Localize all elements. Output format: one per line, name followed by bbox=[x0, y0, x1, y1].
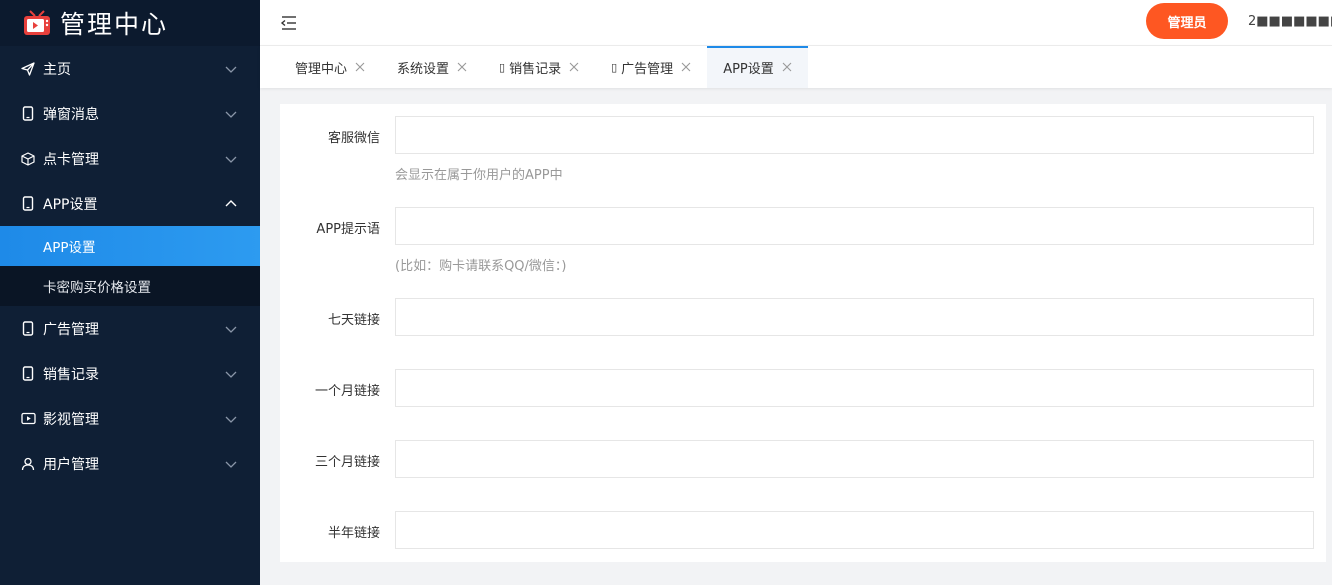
sidebar-item-video-management[interactable]: 影视管理 bbox=[0, 396, 260, 441]
paper-plane-icon bbox=[20, 61, 36, 77]
app-tip-label: APP提示语 bbox=[316, 222, 380, 237]
chevron-down-icon bbox=[225, 66, 237, 73]
three-month-link-input[interactable] bbox=[395, 440, 1314, 478]
tab-admin-center[interactable]: 管理中心 bbox=[260, 46, 381, 88]
sidebar-item-label: 销售记录 bbox=[43, 366, 99, 383]
account-name[interactable]: 2■■■■■■■1 bbox=[1248, 14, 1332, 29]
user-icon bbox=[20, 456, 36, 472]
seven-day-link-label: 七天链接 bbox=[327, 313, 380, 328]
sidebar-item-label: 广告管理 bbox=[43, 321, 99, 338]
sidebar-item-label: 影视管理 bbox=[43, 411, 99, 428]
chevron-down-icon bbox=[225, 156, 237, 163]
menu-fold-icon[interactable] bbox=[280, 14, 298, 32]
sidebar-subitem-app-settings[interactable]: APP设置 bbox=[0, 226, 260, 266]
app-tip-input[interactable] bbox=[395, 207, 1314, 245]
one-month-link-input[interactable] bbox=[395, 369, 1314, 407]
close-icon[interactable] bbox=[681, 62, 691, 72]
seven-day-link-input[interactable] bbox=[395, 298, 1314, 336]
tab-ad-management[interactable]: ▯ 广告管理 bbox=[595, 46, 707, 88]
sidebar-item-popup-messages[interactable]: 弹窗消息 bbox=[0, 91, 260, 136]
sidebar-item-home[interactable]: 主页 bbox=[0, 46, 260, 91]
tab-label: 系统设置 bbox=[397, 61, 450, 77]
sidebar-item-label: APP设置 bbox=[43, 196, 98, 213]
phone-icon bbox=[20, 106, 36, 122]
sidebar-item-label: 弹窗消息 bbox=[43, 106, 99, 123]
settings-form: 客服微信 会显示在属于你用户的APP中 APP提示语 (比如：购卡请联系QQ/微… bbox=[280, 104, 1326, 562]
video-icon bbox=[20, 411, 36, 427]
top-bar: 管理员 2■■■■■■■1 bbox=[260, 0, 1332, 46]
logo-text: 管理中心 bbox=[60, 10, 169, 39]
tab-sales-records[interactable]: ▯ 销售记录 bbox=[483, 46, 595, 88]
sidebar-item-user-management[interactable]: 用户管理 bbox=[0, 441, 260, 486]
wechat-label: 客服微信 bbox=[327, 131, 380, 146]
chevron-down-icon bbox=[225, 461, 237, 468]
phone-icon bbox=[20, 366, 36, 382]
phone-icon bbox=[20, 196, 36, 212]
tab-label: 广告管理 bbox=[621, 61, 674, 77]
app-tip-hint: (比如：购卡请联系QQ/微信：) bbox=[395, 259, 567, 274]
half-year-link-input[interactable] bbox=[395, 511, 1314, 549]
wechat-input[interactable] bbox=[395, 116, 1314, 154]
sidebar-item-sales-records[interactable]: 销售记录 bbox=[0, 351, 260, 396]
three-month-link-label: 三个月链接 bbox=[314, 455, 380, 470]
sidebar-item-ad-management[interactable]: 广告管理 bbox=[0, 306, 260, 351]
close-icon[interactable] bbox=[457, 62, 467, 72]
sidebar: 管理中心 主页 弹窗消息 点卡管理 APP设置 APP设置 卡密购买价格设置 广… bbox=[0, 0, 260, 585]
chevron-up-icon bbox=[225, 199, 237, 206]
tab-system-settings[interactable]: 系统设置 bbox=[381, 46, 483, 88]
tv-logo-icon bbox=[24, 10, 50, 35]
cube-icon bbox=[20, 151, 36, 167]
wechat-hint: 会显示在属于你用户的APP中 bbox=[395, 168, 563, 183]
sidebar-subitem-card-price-settings[interactable]: 卡密购买价格设置 bbox=[0, 266, 260, 306]
close-icon[interactable] bbox=[569, 62, 579, 72]
tab-label: 销售记录 bbox=[509, 61, 562, 77]
one-month-link-label: 一个月链接 bbox=[314, 384, 380, 399]
admin-button[interactable]: 管理员 bbox=[1146, 3, 1228, 39]
sidebar-item-app-settings[interactable]: APP设置 bbox=[0, 181, 260, 226]
logo[interactable]: 管理中心 bbox=[0, 0, 260, 46]
chevron-down-icon bbox=[225, 371, 237, 378]
tab-label: APP设置 bbox=[723, 61, 774, 77]
sidebar-submenu-app-settings: APP设置 卡密购买价格设置 bbox=[0, 226, 260, 306]
tab-prefix-glyph: ▯ bbox=[611, 60, 618, 74]
sidebar-item-label: 点卡管理 bbox=[43, 151, 99, 168]
close-icon[interactable] bbox=[782, 62, 792, 72]
half-year-link-label: 半年链接 bbox=[327, 526, 380, 541]
sidebar-item-card-management[interactable]: 点卡管理 bbox=[0, 136, 260, 181]
chevron-down-icon bbox=[225, 111, 237, 118]
tab-prefix-glyph: ▯ bbox=[499, 60, 506, 74]
tab-app-settings[interactable]: APP设置 bbox=[707, 46, 808, 88]
phone-icon bbox=[20, 321, 36, 337]
tab-label: 管理中心 bbox=[295, 61, 348, 77]
sidebar-item-label: 主页 bbox=[43, 61, 71, 78]
chevron-down-icon bbox=[225, 416, 237, 423]
tab-bar: 管理中心 系统设置 ▯ 销售记录 ▯ 广告管理 APP设置 bbox=[260, 46, 1332, 88]
sidebar-item-label: 用户管理 bbox=[43, 456, 99, 473]
chevron-down-icon bbox=[225, 326, 237, 333]
close-icon[interactable] bbox=[355, 62, 365, 72]
